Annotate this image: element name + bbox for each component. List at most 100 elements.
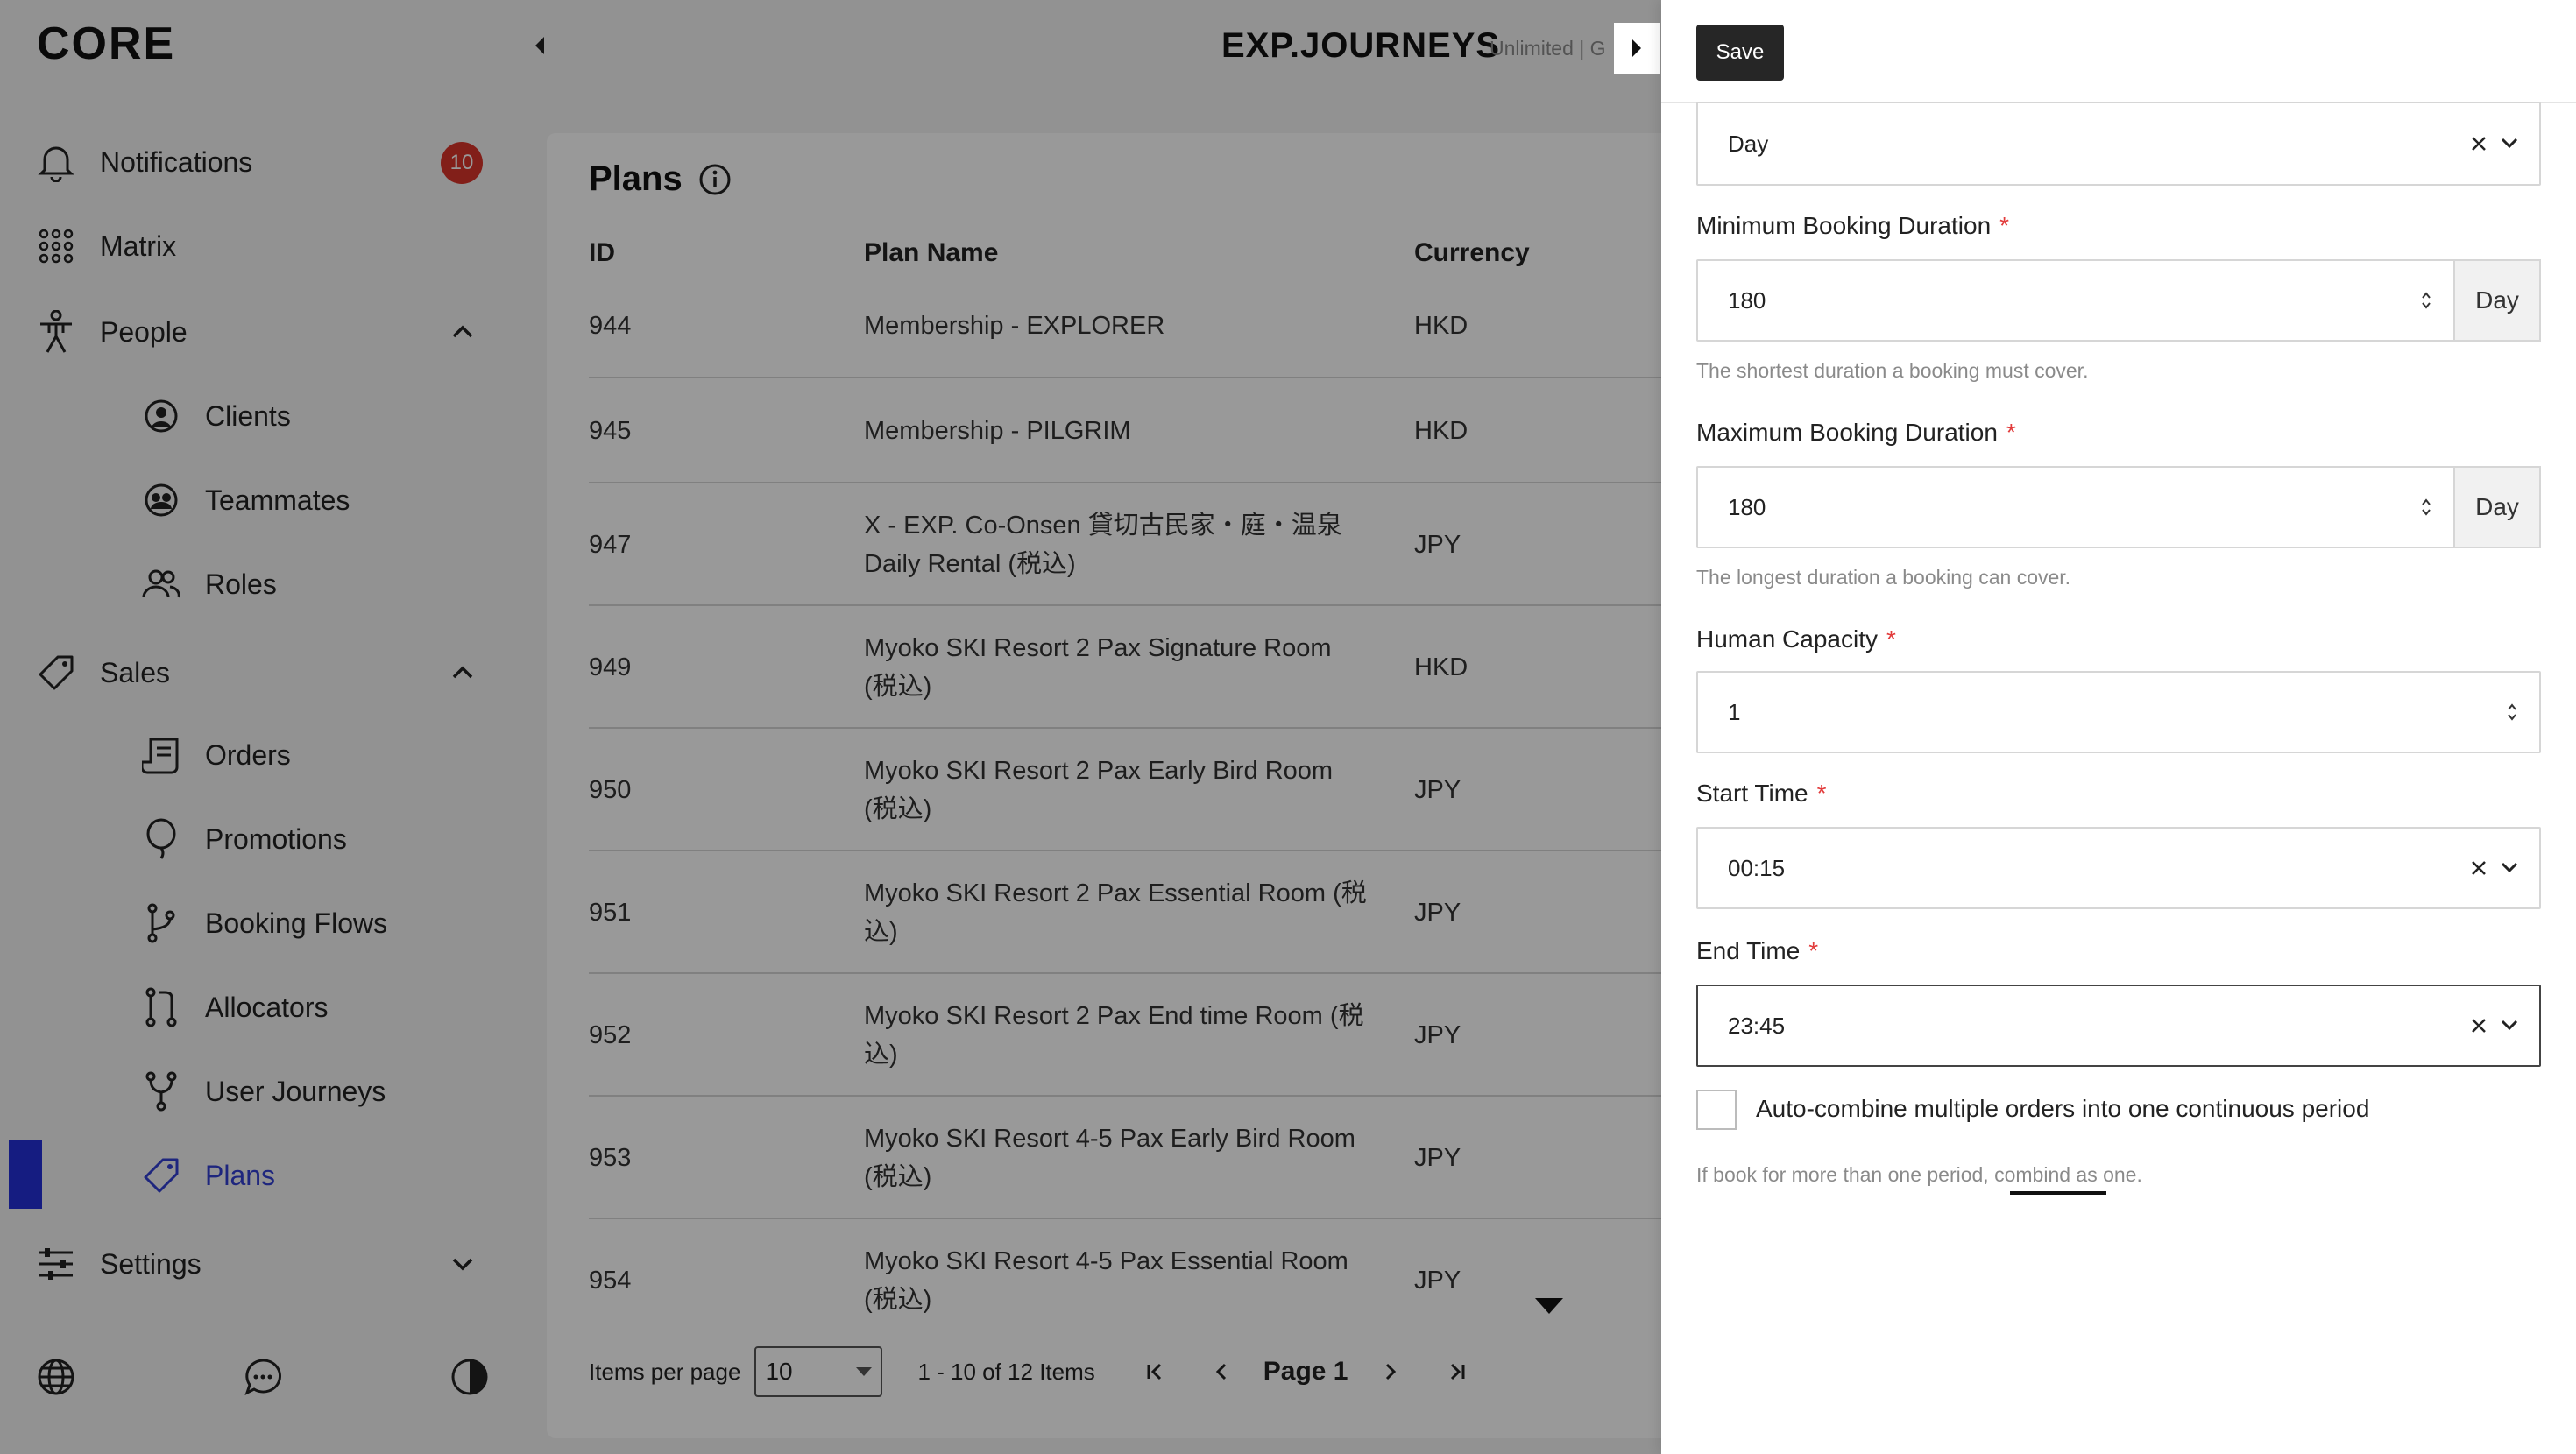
contrast-icon[interactable] xyxy=(449,1356,491,1398)
max-duration-label-text: Maximum Booking Duration xyxy=(1696,419,1998,446)
plan-name-line: (税込) xyxy=(864,673,932,701)
sidebar-item-plans[interactable]: Plans xyxy=(138,1140,275,1210)
cell-plan-name: Myoko SKI Resort 2 Pax Signature Room (税込… xyxy=(864,629,1332,706)
auto-combine-label[interactable]: Auto-combine multiple orders into one co… xyxy=(1756,1095,2369,1123)
cell-id: 945 xyxy=(589,417,632,445)
sidebar-item-roles[interactable]: Roles xyxy=(138,549,277,619)
plan-name-line: Daily Rental (税込) xyxy=(864,550,1076,578)
cell-id: 953 xyxy=(589,1144,632,1172)
min-duration-input[interactable]: 180 xyxy=(1696,259,2455,342)
table-row[interactable]: 947 X - EXP. Co-Onsen 貸切古民家・庭・温泉 Daily Ren… xyxy=(589,483,1728,606)
globe-icon[interactable] xyxy=(35,1356,77,1398)
max-duration-value: 180 xyxy=(1728,493,1766,520)
plan-name-line: X - EXP. Co-Onsen 貸切古民家・庭・温泉 xyxy=(864,512,1342,540)
chat-icon[interactable] xyxy=(242,1356,284,1398)
clear-icon xyxy=(2472,137,2486,151)
sidebar-item-clients[interactable]: Clients xyxy=(138,381,291,451)
column-header-currency[interactable]: Currency xyxy=(1414,238,1530,268)
nav-settings[interactable]: Settings xyxy=(33,1229,202,1299)
table-row[interactable]: 953 Myoko SKI Resort 4-5 Pax Early Bird R… xyxy=(589,1097,1728,1219)
plan-name-line: (税込) xyxy=(864,1163,932,1191)
number-stepper-icon[interactable] xyxy=(2420,497,2432,518)
first-page-button[interactable] xyxy=(1136,1352,1174,1391)
required-mark: * xyxy=(1808,937,1819,964)
max-duration-unit: Day xyxy=(2453,466,2541,548)
drawer-toggle-button[interactable] xyxy=(1614,23,1660,74)
plan-name-line: Myoko SKI Resort 2 Pax Signature Room xyxy=(864,634,1332,662)
prev-page-button[interactable] xyxy=(1202,1352,1241,1391)
table-row[interactable]: 949 Myoko SKI Resort 2 Pax Signature Room… xyxy=(589,606,1728,729)
auto-combine-checkbox[interactable] xyxy=(1696,1090,1737,1130)
duration-unit-value: Day xyxy=(1728,130,1769,157)
number-stepper-icon[interactable] xyxy=(2506,702,2518,723)
notifications-badge: 10 xyxy=(441,142,483,184)
table-row[interactable]: 952 Myoko SKI Resort 2 Pax End time Room … xyxy=(589,974,1728,1097)
chevron-up-icon[interactable] xyxy=(447,657,478,688)
plan-name-line: Myoko SKI Resort 4-5 Pax Early Bird Room xyxy=(864,1125,1355,1153)
plan-name-line: Myoko SKI Resort 2 Pax Essential Room (税 xyxy=(864,879,1367,907)
column-header-id[interactable]: ID xyxy=(589,238,615,268)
cell-currency: JPY xyxy=(1414,1267,1461,1295)
nav-matrix[interactable]: Matrix xyxy=(33,211,176,281)
chevron-up-icon[interactable] xyxy=(447,316,478,348)
cell-currency: JPY xyxy=(1414,1021,1461,1049)
items-per-page-select[interactable]: 10 xyxy=(754,1346,883,1397)
cell-plan-name: X - EXP. Co-Onsen 貸切古民家・庭・温泉 Daily Rental… xyxy=(864,506,1342,583)
next-page-button[interactable] xyxy=(1371,1352,1410,1391)
sidebar-item-teammates[interactable]: Teammates xyxy=(138,465,350,535)
duration-unit-select[interactable]: Day xyxy=(1696,102,2541,186)
nav-people[interactable]: People xyxy=(33,297,188,367)
save-button[interactable]: Save xyxy=(1696,25,1784,81)
chevron-down-icon xyxy=(2501,862,2518,873)
auto-combine-helper: If book for more than one period, combin… xyxy=(1696,1163,2142,1186)
nav-matrix-label: Matrix xyxy=(100,229,177,262)
number-stepper-icon[interactable] xyxy=(2420,290,2432,311)
end-time-value: 23:45 xyxy=(1728,1012,1786,1039)
logo: CORE xyxy=(37,18,176,69)
chevron-down-icon[interactable] xyxy=(447,1248,478,1280)
items-per-page-label: Items per page xyxy=(589,1358,741,1385)
table-row[interactable]: 954 Myoko SKI Resort 4-5 Pax Essential Ro… xyxy=(589,1219,1728,1342)
max-duration-label: Maximum Booking Duration * xyxy=(1696,419,2016,447)
column-header-plan-name[interactable]: Plan Name xyxy=(864,238,998,268)
start-time-select[interactable]: 00:15 xyxy=(1696,827,2541,909)
sidebar-item-booking-flows[interactable]: Booking Flows xyxy=(138,888,387,958)
table-row[interactable]: 950 Myoko SKI Resort 2 Pax Early Bird Roo… xyxy=(589,729,1728,851)
cell-id: 951 xyxy=(589,899,632,927)
sidebar-item-allocators[interactable]: Allocators xyxy=(138,972,329,1042)
collapse-sidebar-button[interactable] xyxy=(524,30,556,61)
nav-notifications[interactable]: Notifications xyxy=(33,127,252,197)
pull-request-icon xyxy=(138,985,184,1030)
plan-name-line: Myoko SKI Resort 2 Pax End time Room (税 xyxy=(864,1002,1364,1030)
sidebar-item-label: Allocators xyxy=(205,991,329,1023)
sidebar-item-orders[interactable]: Orders xyxy=(138,720,291,790)
pagination: Items per page 10 1 - 10 of 12 Items Pag… xyxy=(589,1346,1490,1397)
min-duration-unit: Day xyxy=(2453,259,2541,342)
cell-id: 952 xyxy=(589,1021,632,1049)
caret-down-icon xyxy=(856,1367,873,1376)
nav-sales[interactable]: Sales xyxy=(33,638,170,708)
last-page-button[interactable] xyxy=(1438,1352,1476,1391)
fork-icon xyxy=(138,1069,184,1114)
table-row[interactable]: 951 Myoko SKI Resort 2 Pax Essential Room… xyxy=(589,851,1728,974)
sidebar-item-user-journeys[interactable]: User Journeys xyxy=(138,1056,386,1126)
cell-plan-name: Myoko SKI Resort 2 Pax Early Bird Room (税… xyxy=(864,752,1333,829)
sidebar-item-promotions[interactable]: Promotions xyxy=(138,804,347,874)
drawer-toolbar: Save xyxy=(1661,0,2576,103)
scroll-down-arrow-icon[interactable] xyxy=(1535,1298,1563,1314)
info-icon[interactable] xyxy=(698,163,732,196)
user-circle-icon xyxy=(138,393,184,439)
end-time-label: End Time * xyxy=(1696,937,1818,965)
nav-settings-label: Settings xyxy=(100,1247,202,1280)
last-page-icon xyxy=(1450,1363,1464,1380)
cell-id: 944 xyxy=(589,312,632,340)
capacity-input[interactable]: 1 xyxy=(1696,671,2541,753)
required-mark: * xyxy=(1999,212,2010,239)
sidebar-item-label: Teammates xyxy=(205,483,350,516)
table-row[interactable]: 944 Membership - EXPLORER HKD xyxy=(589,273,1728,378)
active-indicator xyxy=(9,1140,42,1209)
table-row[interactable]: 945 Membership - PILGRIM HKD xyxy=(589,378,1728,483)
max-duration-input[interactable]: 180 xyxy=(1696,466,2455,548)
min-duration-label: Minimum Booking Duration * xyxy=(1696,212,2009,240)
end-time-select[interactable]: 23:45 xyxy=(1696,985,2541,1067)
